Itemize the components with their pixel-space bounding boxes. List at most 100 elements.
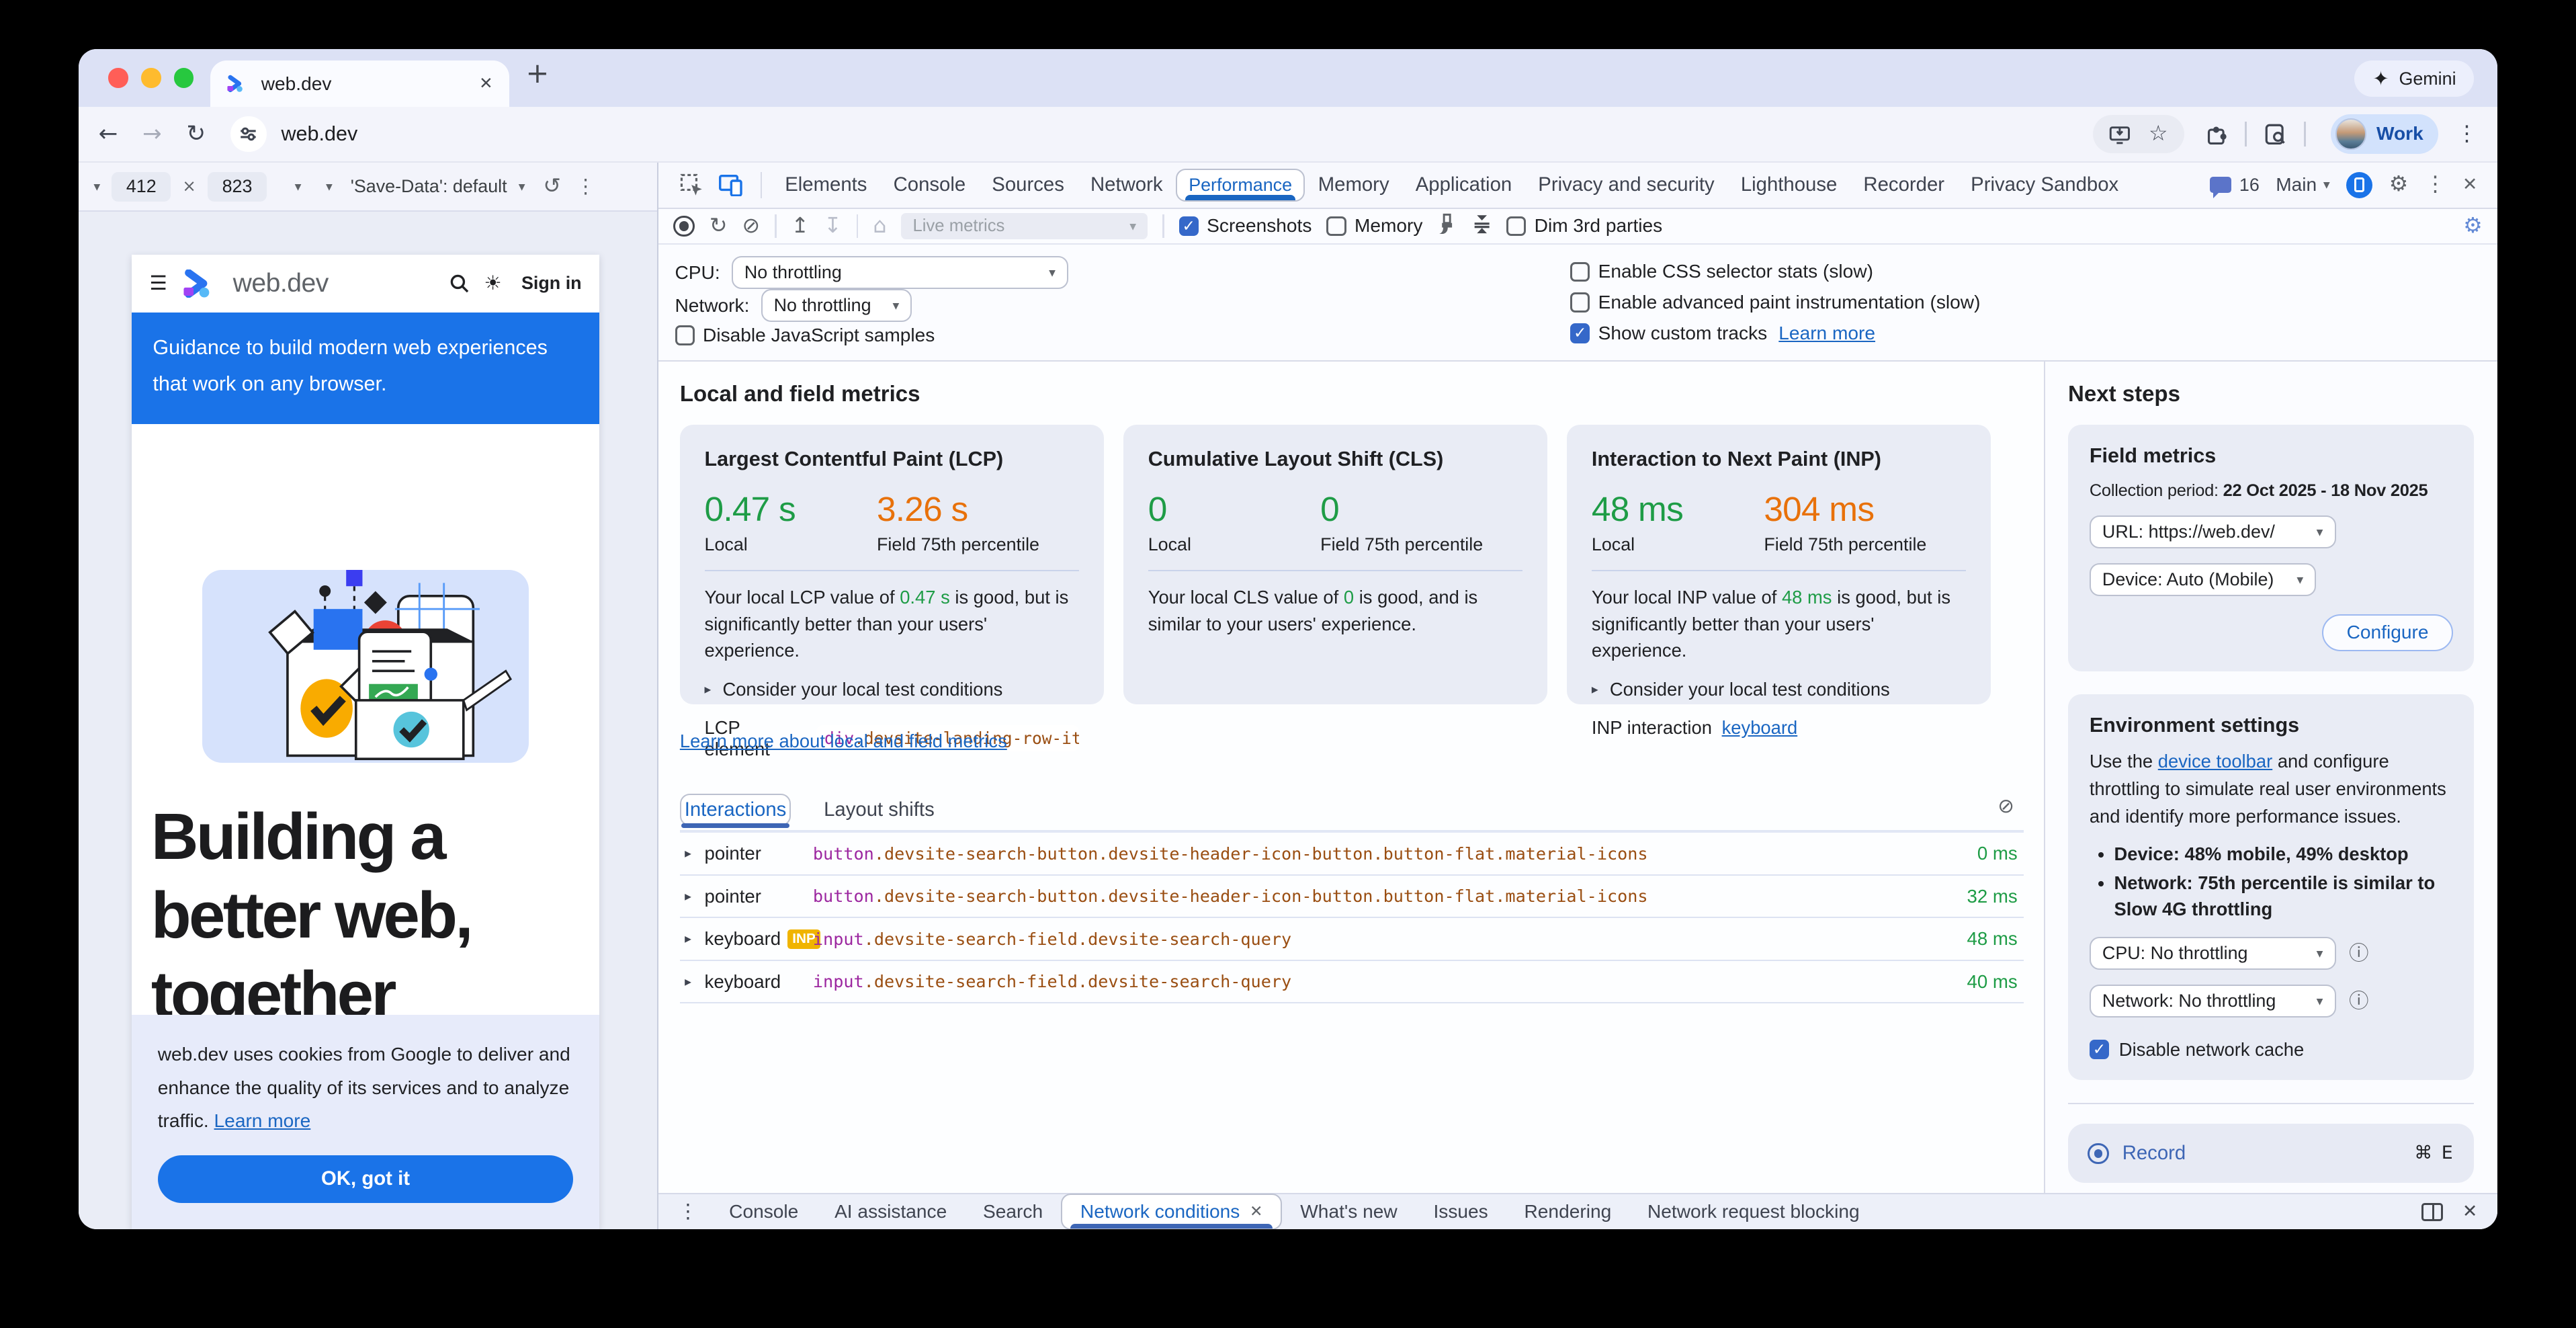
- tab-network[interactable]: Network: [1077, 162, 1176, 208]
- record-icon[interactable]: [673, 216, 695, 237]
- bookmark-star-icon[interactable]: ☆: [2149, 124, 2167, 145]
- metrics-learn-more-link[interactable]: Learn more about local and field metrics: [680, 731, 1007, 752]
- clear-icon[interactable]: ⊘: [742, 216, 760, 237]
- save-profile-icon[interactable]: ↧: [824, 216, 842, 237]
- home-icon[interactable]: ⌂: [873, 216, 886, 237]
- inspect-element-icon[interactable]: [680, 173, 703, 196]
- configure-button[interactable]: Configure: [2322, 614, 2452, 652]
- tab-privacy-security[interactable]: Privacy and security: [1525, 162, 1728, 208]
- record-reload-icon[interactable]: ↻: [710, 216, 728, 237]
- device-toolbar-link[interactable]: device toolbar: [2158, 751, 2272, 772]
- gemini-button[interactable]: ✦ Gemini: [2354, 60, 2474, 97]
- advanced-paint-checkbox[interactable]: Enable advanced paint instrumentation (s…: [1570, 292, 1980, 313]
- close-window-button[interactable]: [108, 68, 128, 87]
- browser-menu-icon[interactable]: ⋮: [2456, 124, 2478, 145]
- drawer-tab-console[interactable]: Console: [711, 1194, 816, 1229]
- cookie-learn-more-link[interactable]: Learn more: [214, 1110, 311, 1131]
- device-width-input[interactable]: 412: [112, 172, 171, 202]
- drawer-tab-whats-new[interactable]: What's new: [1282, 1194, 1415, 1229]
- custom-tracks-checkbox[interactable]: Show custom tracks: [1570, 323, 1767, 344]
- device-select-icon[interactable]: ▾: [93, 180, 100, 194]
- env-network-select[interactable]: Network: No throttling▾: [2090, 985, 2336, 1018]
- inp-consider-disclosure[interactable]: ▸Consider your local test conditions: [1592, 679, 1967, 700]
- memory-checkbox[interactable]: Memory: [1326, 215, 1422, 237]
- dim-3rd-parties-checkbox[interactable]: Dim 3rd parties: [1506, 215, 1662, 237]
- lcp-consider-disclosure[interactable]: ▸Consider your local test conditions: [705, 679, 1080, 700]
- device-height-input[interactable]: 823: [208, 172, 267, 202]
- field-device-select[interactable]: Device: Auto (Mobile)▾: [2090, 563, 2316, 596]
- forward-icon[interactable]: →: [142, 122, 162, 145]
- network-throttling-select[interactable]: No throttling▾: [761, 289, 912, 322]
- drawer-tab-search[interactable]: Search: [965, 1194, 1061, 1229]
- profile-button[interactable]: Work: [2331, 114, 2438, 154]
- tab-interactions[interactable]: Interactions: [680, 794, 791, 827]
- table-row[interactable]: ▸ pointer button.devsite-search-button.d…: [680, 876, 2024, 919]
- rotate-device-icon[interactable]: ↺: [543, 176, 561, 198]
- sign-in-link[interactable]: Sign in: [521, 273, 582, 294]
- tab-recorder[interactable]: Recorder: [1850, 162, 1958, 208]
- devtools-menu-icon[interactable]: ⋮: [2425, 174, 2446, 196]
- install-icon[interactable]: [2109, 124, 2131, 145]
- back-icon[interactable]: ←: [99, 122, 118, 145]
- custom-tracks-learn-more-link[interactable]: Learn more: [1778, 323, 1875, 344]
- record-button[interactable]: Record ⌘ E: [2068, 1124, 2474, 1183]
- disable-js-samples-checkbox[interactable]: Disable JavaScript samples: [675, 325, 935, 346]
- tab-close-icon[interactable]: ✕: [479, 75, 492, 91]
- tab-sources[interactable]: Sources: [979, 162, 1078, 208]
- browser-tab[interactable]: web.dev ✕: [210, 60, 509, 106]
- table-row[interactable]: ▸ keyboard input.devsite-search-field.de…: [680, 961, 2024, 1004]
- console-messages-icon[interactable]: [2210, 177, 2231, 193]
- omnibox-url[interactable]: web.dev: [282, 122, 358, 146]
- maximize-window-button[interactable]: [174, 68, 194, 87]
- devtools-close-icon[interactable]: ✕: [2462, 176, 2478, 194]
- info-icon[interactable]: ⓘ: [2349, 944, 2368, 963]
- close-drawer-icon[interactable]: ✕: [2462, 1203, 2478, 1221]
- cpu-throttling-select[interactable]: No throttling▾: [732, 256, 1068, 289]
- tab-console[interactable]: Console: [880, 162, 979, 208]
- collapse-sections-icon[interactable]: [1472, 211, 1492, 241]
- table-row[interactable]: ▸ pointer button.devsite-search-button.d…: [680, 833, 2024, 876]
- tab-application[interactable]: Application: [1402, 162, 1525, 208]
- zoom-select-icon[interactable]: ▾: [295, 180, 302, 194]
- load-profile-icon[interactable]: ↥: [791, 216, 810, 237]
- throttle-select-icon[interactable]: ▾: [326, 180, 333, 194]
- tab-performance[interactable]: Performance: [1176, 169, 1305, 202]
- page-search-icon[interactable]: [449, 274, 469, 293]
- env-cpu-select[interactable]: CPU: No throttling▾: [2090, 937, 2336, 970]
- table-row[interactable]: ▸ keyboardINP input.devsite-search-field…: [680, 918, 2024, 961]
- main-context-select[interactable]: Main▾: [2276, 174, 2330, 196]
- new-tab-button[interactable]: +: [525, 59, 549, 87]
- reload-icon[interactable]: ↻: [186, 122, 206, 145]
- emulation-active-icon[interactable]: [2346, 172, 2372, 198]
- cookie-accept-button[interactable]: OK, got it: [158, 1155, 574, 1203]
- tab-lighthouse[interactable]: Lighthouse: [1727, 162, 1850, 208]
- clear-log-icon[interactable]: ⊘: [1998, 796, 2014, 816]
- tab-elements[interactable]: Elements: [772, 162, 880, 208]
- info-icon[interactable]: ⓘ: [2349, 991, 2368, 1011]
- drawer-tab-network-conditions[interactable]: Network conditions✕: [1061, 1194, 1282, 1229]
- field-url-select[interactable]: URL: https://web.dev/▾: [2090, 515, 2336, 548]
- site-settings-icon[interactable]: [230, 116, 267, 153]
- devtools-settings-icon[interactable]: ⚙: [2389, 174, 2408, 196]
- drawer-menu-icon[interactable]: ⋮: [678, 1202, 697, 1221]
- toggle-device-toolbar-icon[interactable]: [719, 173, 742, 196]
- menu-icon[interactable]: ☰: [149, 274, 167, 293]
- capture-settings-icon[interactable]: ⚙: [2463, 216, 2482, 237]
- row-expand-icon[interactable]: ▸: [685, 847, 691, 860]
- search-tabs-icon[interactable]: [2265, 124, 2286, 145]
- close-drawer-tab-icon[interactable]: ✕: [1250, 1204, 1262, 1219]
- drawer-tab-ai-assistance[interactable]: AI assistance: [816, 1194, 965, 1229]
- css-selector-stats-checkbox[interactable]: Enable CSS selector stats (slow): [1570, 261, 1873, 282]
- inp-interaction-link[interactable]: keyboard: [1722, 717, 1798, 739]
- drawer-tab-rendering[interactable]: Rendering: [1506, 1194, 1630, 1229]
- theme-toggle-icon[interactable]: ☀: [484, 274, 501, 293]
- drawer-tab-network-request-blocking[interactable]: Network request blocking: [1629, 1194, 1877, 1229]
- tab-layout-shifts[interactable]: Layout shifts: [820, 794, 937, 831]
- row-expand-icon[interactable]: ▸: [685, 890, 691, 903]
- tab-memory[interactable]: Memory: [1305, 162, 1402, 208]
- paint-flashing-icon[interactable]: [1437, 211, 1457, 241]
- tab-privacy-sandbox[interactable]: Privacy Sandbox: [1958, 162, 2132, 208]
- console-message-count[interactable]: 16: [2239, 175, 2260, 196]
- dock-side-icon[interactable]: [2421, 1203, 2443, 1221]
- row-expand-icon[interactable]: ▸: [685, 932, 691, 946]
